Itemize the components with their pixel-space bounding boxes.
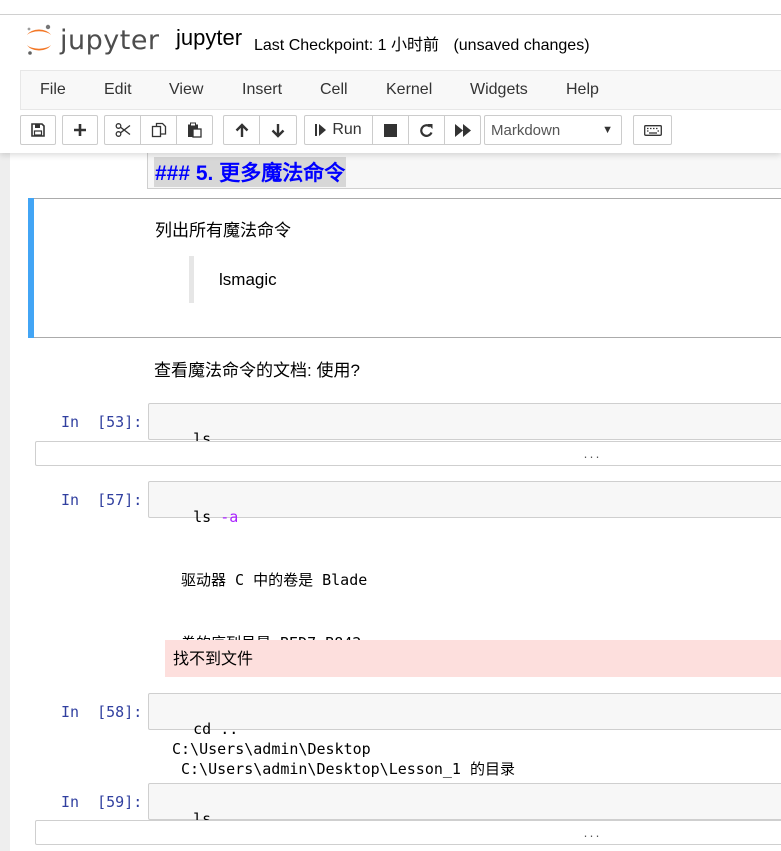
jupyter-logo[interactable]: jupyter: [24, 22, 160, 58]
logo-wordmark: jupyter: [60, 24, 160, 56]
jupyter-logo-icon: [27, 24, 51, 55]
stdout-line: C:\Users\admin\Desktop\Lesson_1 的目录: [181, 760, 515, 778]
markdown-text: 列出所有魔法命令: [155, 221, 291, 240]
menu-cell[interactable]: Cell: [320, 81, 348, 99]
blockquote-border: [189, 256, 194, 303]
code-flag: -a: [220, 508, 239, 526]
menu-widgets[interactable]: Widgets: [470, 81, 528, 99]
run-label: Run: [332, 121, 362, 138]
markdown-input-area[interactable]: ### 5. 更多魔法命令: [147, 153, 781, 189]
code-input[interactable]: ls -a: [148, 481, 781, 526]
checkpoint-status: Last Checkpoint: 1 小时前 (unsaved changes): [254, 31, 590, 55]
stdout-output: C:\Users\admin\Desktop: [172, 740, 371, 758]
restart-button[interactable]: [408, 115, 445, 145]
input-prompt: In [57]:: [61, 491, 143, 509]
menu-insert[interactable]: Insert: [242, 81, 282, 99]
save-button[interactable]: [20, 115, 56, 145]
ellipsis: ...: [582, 450, 601, 461]
restart-run-all-button[interactable]: [444, 115, 481, 145]
keyboard-icon: [643, 124, 662, 136]
collapsed-output[interactable]: ...: [35, 441, 781, 466]
run-button[interactable]: Run: [304, 115, 373, 145]
markdown-text: 查看魔法命令的文档: 使用?: [154, 361, 360, 380]
paste-icon: [188, 122, 202, 138]
selection-bar: [28, 198, 34, 338]
stderr-output: 找不到文件: [165, 640, 781, 677]
code-input[interactable]: ls: [148, 783, 781, 828]
code-input[interactable]: cd ..: [148, 693, 781, 738]
code-text: cd ..: [193, 720, 239, 738]
copy-button[interactable]: [140, 115, 177, 145]
selected-cell[interactable]: 列出所有魔法命令 lsmagic: [28, 198, 781, 338]
heading-source: ### 5. 更多魔法命令: [154, 157, 347, 187]
interrupt-button[interactable]: [372, 115, 409, 145]
code-input[interactable]: ls: [148, 403, 781, 448]
command-palette-button[interactable]: [633, 115, 672, 145]
blockquote-text: lsmagic: [219, 270, 277, 289]
menu-edit[interactable]: Edit: [104, 81, 132, 99]
run-icon: [315, 124, 327, 136]
collapsed-output[interactable]: ...: [35, 820, 781, 845]
move-down-button[interactable]: [259, 115, 297, 145]
code-text: ls: [193, 508, 221, 526]
unsaved-changes: (unsaved changes): [453, 37, 590, 54]
insert-cell-button[interactable]: [62, 115, 98, 145]
menu-help[interactable]: Help: [566, 81, 599, 99]
cell-type-select[interactable]: Markdown ▼: [484, 115, 622, 145]
chevron-down-icon: ▼: [602, 124, 613, 136]
menu-kernel[interactable]: Kernel: [386, 81, 432, 99]
arrow-down-icon: [271, 123, 285, 138]
top-divider: [0, 14, 781, 15]
input-prompt: In [53]:: [61, 413, 143, 431]
input-prompt: In [58]:: [61, 703, 143, 721]
ellipsis: ...: [582, 829, 601, 840]
menu-bar: File Edit View Insert Cell Kernel Widget…: [20, 70, 781, 110]
toolbar: Run Markdown ▼: [20, 115, 781, 147]
copy-icon: [151, 122, 166, 138]
menu-view[interactable]: View: [169, 81, 203, 99]
paste-button[interactable]: [176, 115, 213, 145]
save-icon: [31, 123, 45, 137]
stop-icon: [384, 123, 397, 137]
move-up-button[interactable]: [223, 115, 260, 145]
plus-icon: [74, 124, 86, 136]
cut-button[interactable]: [104, 115, 141, 145]
cut-icon: [115, 123, 130, 137]
last-checkpoint: Last Checkpoint: 1 小时前: [254, 37, 439, 54]
stdout-line: 驱动器 C 中的卷是 Blade: [181, 571, 368, 589]
fast-forward-icon: [454, 123, 471, 137]
menu-file[interactable]: File: [40, 81, 66, 99]
notebook-name[interactable]: jupyter: [176, 25, 242, 51]
cell-type-value: Markdown: [491, 121, 561, 139]
restart-icon: [420, 123, 433, 137]
stderr-text: 找不到文件: [173, 649, 254, 668]
notebook-container: ### 5. 更多魔法命令 列出所有魔法命令 lsmagic 查看魔法命令的文档…: [10, 153, 781, 851]
notebook-header: jupyter jupyter Last Checkpoint: 1 小时前 (…: [0, 0, 781, 153]
arrow-up-icon: [235, 122, 248, 137]
input-prompt: In [59]:: [61, 793, 143, 811]
